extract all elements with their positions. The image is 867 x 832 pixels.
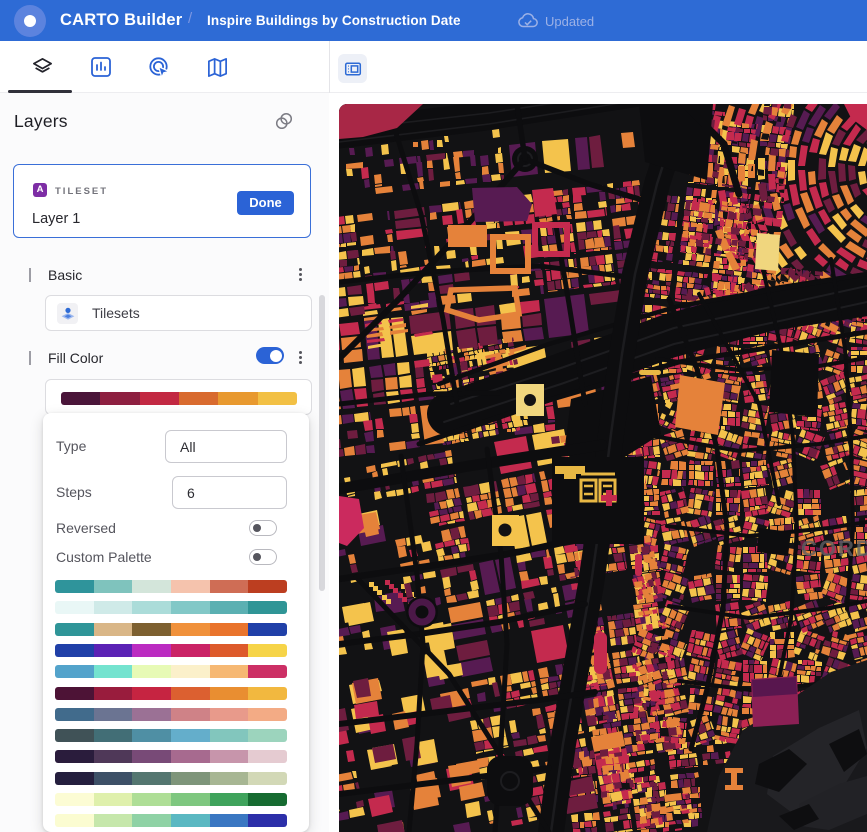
svg-text:CORD: CORD [801, 536, 867, 561]
